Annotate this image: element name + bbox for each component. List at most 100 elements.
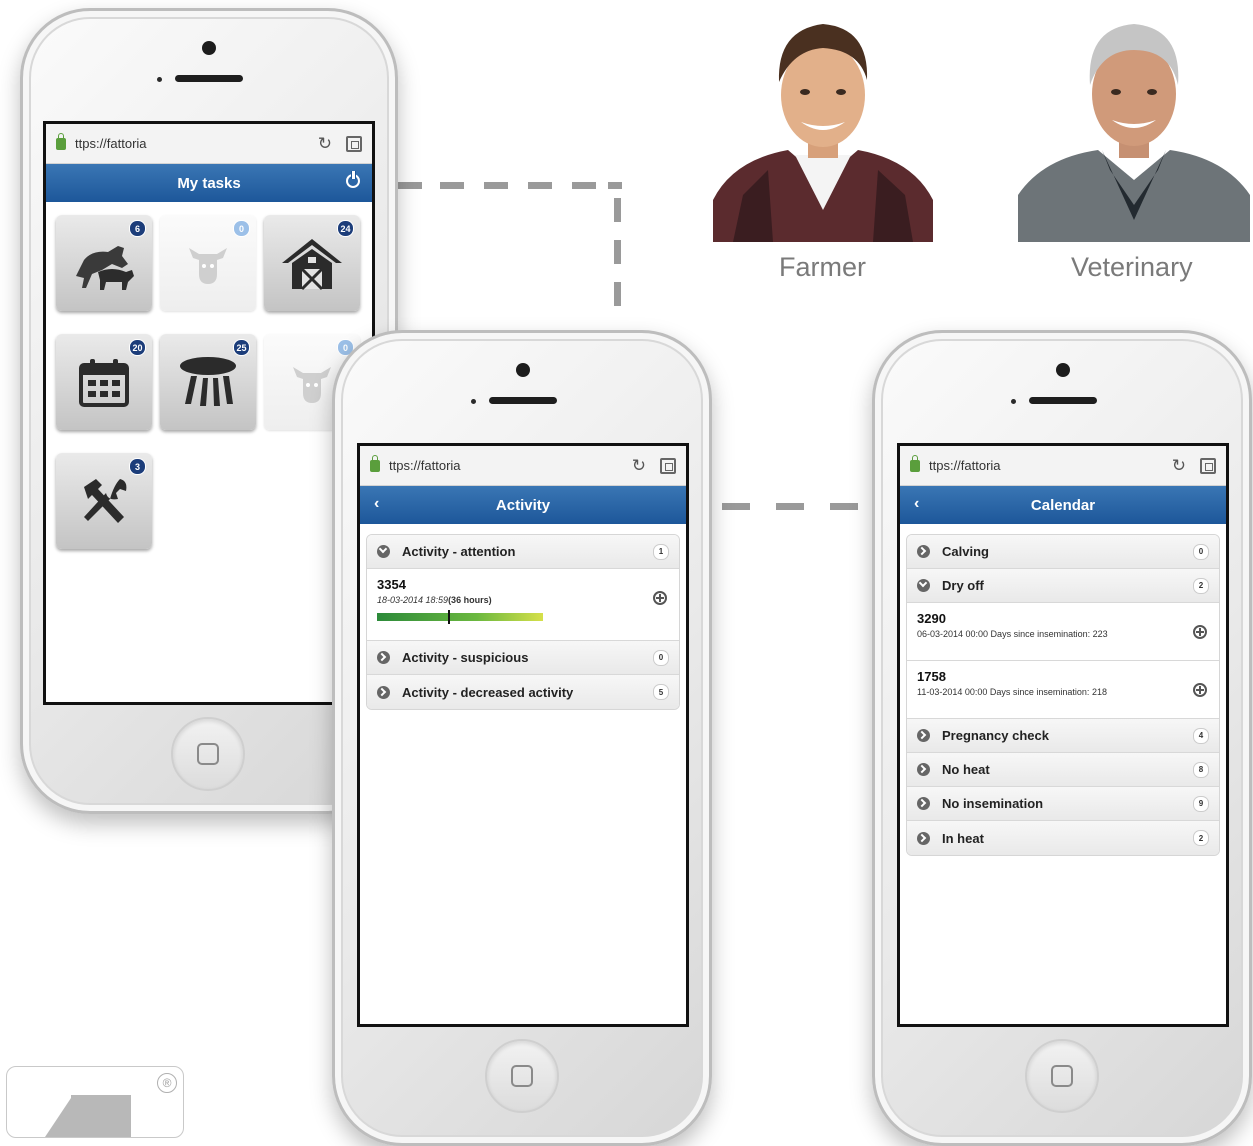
- company-logo: ®: [6, 1066, 184, 1138]
- connector-dash: [398, 182, 422, 189]
- task-tile-calendar[interactable]: 20: [56, 334, 152, 430]
- task-badge: 6: [129, 220, 146, 237]
- home-button[interactable]: [485, 1039, 559, 1113]
- front-camera: [1056, 363, 1070, 377]
- group-calving[interactable]: Calving 0: [907, 535, 1219, 569]
- item-detail: 06-03-2014 00:00 Days since insemination…: [917, 629, 1108, 639]
- browser-url-bar[interactable]: ttps://fattoria ↻: [46, 124, 372, 164]
- connector-dash: [830, 503, 858, 510]
- list-item[interactable]: 1758 11-03-2014 00:00 Days since insemin…: [907, 661, 1219, 719]
- browser-url-bar[interactable]: ttps://fattoria ↻: [360, 446, 686, 486]
- group-count: 2: [1193, 577, 1209, 594]
- url-text[interactable]: ttps://fattoria: [929, 458, 1172, 473]
- reload-icon[interactable]: ↻: [1172, 456, 1186, 476]
- chevron-right-icon: [917, 831, 930, 845]
- group-count: 1: [653, 543, 669, 560]
- task-tile-breeding[interactable]: 6: [56, 215, 152, 311]
- group-count: 0: [1193, 543, 1209, 560]
- group-no-insemination[interactable]: No insemination 9: [907, 787, 1219, 821]
- farmer-photo: [713, 10, 933, 242]
- url-text[interactable]: ttps://fattoria: [389, 458, 632, 473]
- task-tile-tools[interactable]: 3: [56, 453, 152, 549]
- cow-id: 3290: [917, 611, 946, 626]
- activity-level-bar: [377, 610, 543, 624]
- back-chevron-icon[interactable]: ‹: [914, 495, 919, 513]
- group-count: 2: [1193, 830, 1209, 846]
- url-text[interactable]: ttps://fattoria: [75, 136, 318, 151]
- veterinary-portrait-icon: [1018, 24, 1250, 242]
- activity-header: ‹ Activity: [360, 486, 686, 524]
- chevron-down-icon: [377, 545, 390, 558]
- proximity-sensor: [471, 399, 476, 404]
- veterinary-photo: [1018, 10, 1250, 242]
- list-item[interactable]: 3354 18-03-2014 18:59(36 hours): [367, 569, 679, 641]
- cow-head-icon: [293, 367, 331, 403]
- front-camera: [516, 363, 530, 377]
- item-detail: 11-03-2014 00:00 Days since insemination…: [917, 687, 1107, 697]
- group-in-heat[interactable]: In heat 2: [907, 821, 1219, 855]
- list-item[interactable]: 3290 06-03-2014 00:00 Days since insemin…: [907, 603, 1219, 661]
- logo-mark-block: [71, 1095, 131, 1137]
- home-button[interactable]: [171, 717, 245, 791]
- farmer-portrait-icon: [713, 24, 933, 242]
- group-label: Calving: [942, 544, 989, 559]
- proximity-sensor: [157, 77, 162, 82]
- lock-icon: [370, 454, 380, 472]
- add-icon[interactable]: [653, 591, 667, 605]
- group-label: No heat: [942, 762, 990, 777]
- calendar-list: Calving 0 Dry off 2 3290 06-03-2014 00:0…: [906, 534, 1220, 856]
- group-activity-suspicious[interactable]: Activity - suspicious 0: [367, 641, 679, 675]
- connector-dash: [440, 182, 464, 189]
- connector-dash: [608, 182, 622, 189]
- item-date: 18-03-2014 18:59: [377, 595, 449, 605]
- chevron-right-icon: [917, 729, 930, 742]
- task-badge: 25: [233, 339, 250, 356]
- group-activity-attention[interactable]: Activity - attention 1: [367, 535, 679, 569]
- activity-list: Activity - attention 1 3354 18-03-2014 1…: [366, 534, 680, 710]
- chevron-right-icon: [377, 651, 390, 664]
- add-icon[interactable]: [1193, 625, 1207, 639]
- tools-icon: [84, 479, 127, 523]
- front-camera: [202, 41, 216, 55]
- farmer-label: Farmer: [779, 252, 866, 282]
- connector-dash: [722, 503, 750, 510]
- cow-id: 3354: [377, 577, 406, 592]
- calendar-header: ‹ Calendar: [900, 486, 1226, 524]
- tabs-icon[interactable]: [1200, 457, 1216, 474]
- my-tasks-screen: ttps://fattoria ↻ My tasks 6 0 24 20 25 …: [43, 121, 375, 705]
- earpiece-speaker: [175, 75, 243, 82]
- home-button[interactable]: [1025, 1039, 1099, 1113]
- add-icon[interactable]: [1193, 683, 1207, 697]
- tabs-icon[interactable]: [346, 135, 362, 152]
- back-chevron-icon[interactable]: ‹: [374, 495, 379, 513]
- reload-icon[interactable]: ↻: [632, 456, 646, 476]
- chevron-right-icon: [377, 685, 390, 699]
- task-badge: 0: [233, 220, 250, 237]
- group-pregnancy-check[interactable]: Pregnancy check 4: [907, 719, 1219, 753]
- tabs-icon[interactable]: [660, 457, 676, 474]
- group-label: Activity - suspicious: [402, 650, 529, 665]
- connector-dash: [572, 182, 596, 189]
- barn-icon: [282, 239, 342, 291]
- reload-icon[interactable]: ↻: [318, 134, 332, 154]
- browser-url-bar[interactable]: ttps://fattoria ↻: [900, 446, 1226, 486]
- task-tile-cow-disabled[interactable]: 0: [160, 215, 256, 311]
- group-count: 9: [1193, 795, 1209, 812]
- group-label: Activity - attention: [402, 544, 516, 559]
- task-tile-barn[interactable]: 24: [264, 215, 360, 311]
- item-detail: 18-03-2014 18:59(36 hours): [377, 595, 669, 605]
- group-label: No insemination: [942, 796, 1044, 811]
- connector-dash: [484, 182, 508, 189]
- group-no-heat[interactable]: No heat 8: [907, 753, 1219, 787]
- group-count: 0: [653, 649, 669, 666]
- task-tile-milking[interactable]: 25: [160, 334, 256, 430]
- page-title: Calendar: [1030, 496, 1096, 514]
- earpiece-speaker: [489, 397, 557, 404]
- task-badge: 24: [337, 220, 354, 237]
- group-dry-off[interactable]: Dry off 2: [907, 569, 1219, 603]
- power-icon[interactable]: [346, 171, 360, 188]
- group-label: Dry off: [942, 578, 984, 593]
- group-activity-decreased[interactable]: Activity - decreased activity 5: [367, 675, 679, 709]
- veterinary-label: Veterinary: [1071, 252, 1193, 282]
- cattle-mounting-icon: [76, 246, 134, 290]
